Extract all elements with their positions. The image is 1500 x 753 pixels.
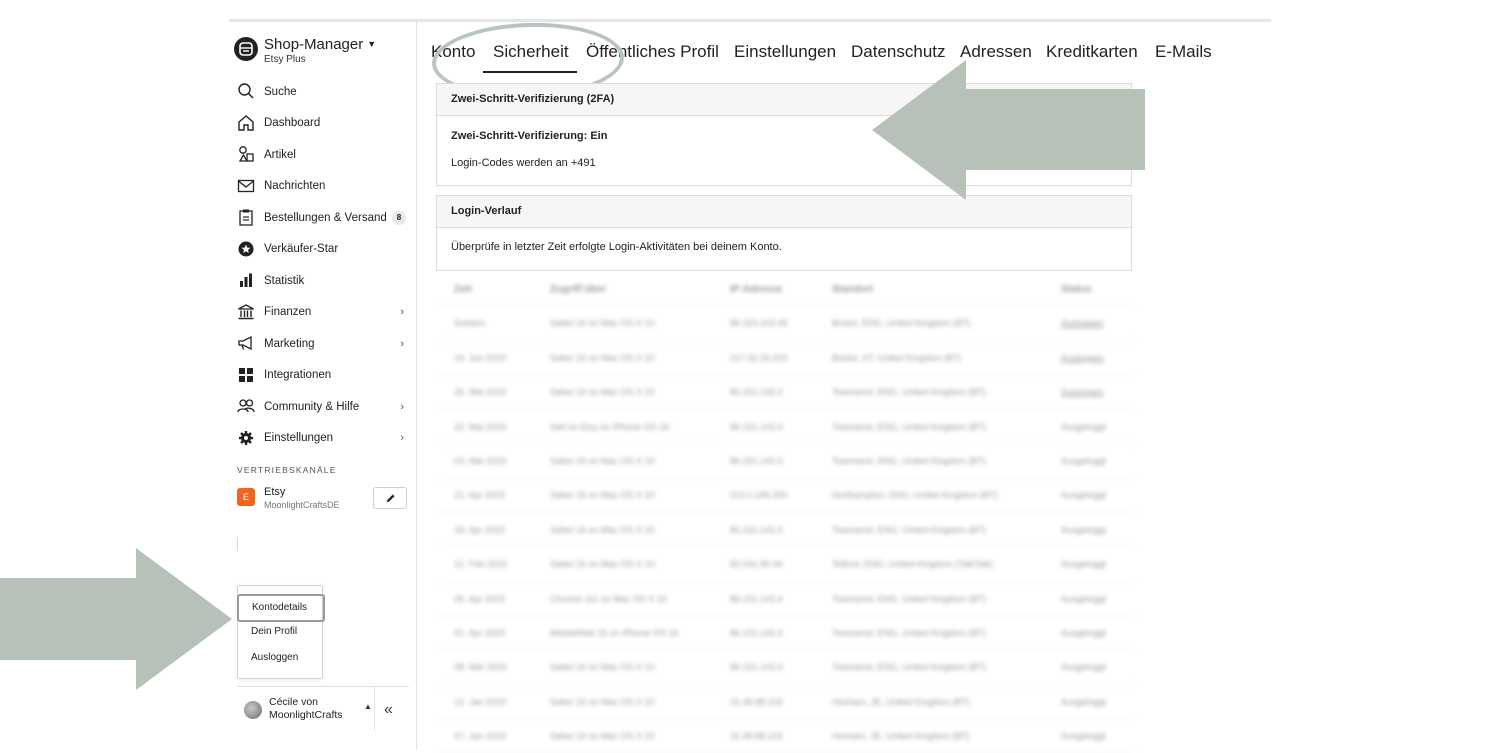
sidebar-item-bestellungen[interactable]: Bestellungen & Versand 8 (229, 202, 416, 234)
user-name[interactable]: Cécile von MoonlightCrafts (269, 696, 355, 722)
pencil-icon (386, 494, 394, 502)
chevron-right-icon: › (400, 400, 404, 413)
menu-item-kontodetails[interactable]: Kontodetails (237, 594, 325, 622)
tab-kreditkarten[interactable]: Kreditkarten (1046, 42, 1138, 62)
avatar[interactable] (244, 701, 262, 719)
table-row: 01. Apr 2023 MobileWeb 15 on iPhone OS 16… (438, 616, 1134, 651)
table-row: 21. Apr 2023 Safari 16 on Mac OS X 10 213.… (438, 478, 1134, 513)
table-row: 03. Mai 2023 Safari 16 on Mac OS X 10 86.1… (438, 444, 1134, 479)
brand-subtitle: Etsy Plus (264, 54, 306, 65)
caret-up-icon[interactable]: ▲ (364, 702, 372, 711)
caret-down-icon: ▼ (367, 39, 377, 49)
sidebar-item-label: Community & Hilfe (264, 400, 360, 413)
channel-etsy[interactable]: E Etsy MoonlightCraftsDE (237, 484, 409, 514)
sidebar-item-verkaeufer-star[interactable]: Verkäufer-Star (229, 234, 416, 266)
login-history-card: Login-Verlauf Überprüfe in letzter Zeit … (436, 195, 1132, 271)
tab-adressen[interactable]: Adressen (960, 42, 1032, 62)
arrow-right-annotation-icon (0, 548, 232, 690)
envelope-icon (237, 179, 255, 192)
sidebar-item-label: Integrationen (264, 369, 332, 382)
sidebar-item-label: Suche (264, 85, 297, 98)
two-factor-status: Zwei-Schritt-Verifizierung: Ein (451, 130, 608, 142)
sidebar-item-finanzen[interactable]: Finanzen › (229, 297, 416, 329)
clipboard-icon (239, 209, 253, 226)
sidebar-nav: Suche Dashboard Artikel Nachrichten Best… (229, 76, 416, 454)
table-row: Soeben Safari 16 on Mac OS X 10 86.163.103… (438, 306, 1134, 341)
orders-count-badge: 8 (392, 210, 406, 225)
chevron-right-icon: › (400, 306, 404, 319)
collapse-sidebar-icon[interactable]: « (384, 701, 393, 719)
sidebar-item-suche[interactable]: Suche (229, 76, 416, 108)
sidebar-item-label: Nachrichten (264, 180, 326, 193)
table-row: 08. Mär 2023 Safari 16 on Mac OS X 10 86.1… (438, 650, 1134, 685)
sidebar-item-label: Finanzen (264, 306, 312, 319)
sidebar-item-marketing[interactable]: Marketing › (229, 328, 416, 360)
tab-einstellungen[interactable]: Einstellungen (734, 42, 836, 62)
table-row: 24. Jun 2023 Safari 16 on Mac OS X 10 217.… (438, 341, 1134, 376)
brand-switcher[interactable]: Shop-Manager ▼ Etsy Plus (234, 36, 414, 68)
megaphone-icon (238, 335, 252, 351)
table-row: 18. Apr 2023 Safari 16 on Mac OS X 10 86.1… (438, 513, 1134, 548)
edit-channel-button[interactable] (373, 487, 407, 509)
brand-title: Shop-Manager ▼ (264, 36, 377, 53)
sidebar-item-statistik[interactable]: Statistik (229, 265, 416, 297)
sales-channels-heading: VERTRIEBSKANÄLE (237, 465, 337, 475)
sidebar-item-label: Dashboard (264, 117, 321, 130)
sidebar-item-nachrichten[interactable]: Nachrichten (229, 171, 416, 203)
arrow-left-annotation-icon (872, 60, 1145, 200)
sidebar-item-community[interactable]: Community & Hilfe › (229, 391, 416, 423)
table-header: Zeit Zugriff über IP-Adresse Standort St… (438, 272, 1134, 307)
sidebar-item-einstellungen[interactable]: Einstellungen › (229, 423, 416, 455)
login-history-table: Zeit Zugriff über IP-Adresse Standort St… (438, 272, 1134, 753)
star-badge-icon (238, 241, 254, 256)
sidebar-item-dashboard[interactable]: Dashboard (229, 108, 416, 140)
bar-chart-icon (240, 273, 252, 287)
login-history-description: Überprüfe in letzter Zeit erfolgte Login… (451, 241, 782, 253)
divider (237, 537, 238, 551)
sidebar: Shop-Manager ▼ Etsy Plus Suche Dashboard … (229, 22, 417, 750)
table-row: 25. Mai 2023 Safari 16 on Mac OS X 10 86.1… (438, 375, 1134, 410)
sidebar-item-label: Statistik (264, 274, 305, 287)
chevron-right-icon: › (400, 337, 404, 350)
channel-name: Etsy (264, 486, 286, 498)
account-menu: Kontodetails Dein Profil Ausloggen (237, 585, 325, 679)
chevron-right-icon: › (400, 432, 404, 445)
tab-e-mails[interactable]: E-Mails (1155, 42, 1212, 62)
channel-shop-name: MoonlightCraftsDE (264, 500, 340, 510)
grid-icon (239, 367, 253, 382)
table-row: 12. Feb 2023 Safari 16 on Mac OS X 10 82.2… (438, 547, 1134, 582)
shapes-icon (238, 146, 254, 162)
sidebar-item-label: Marketing (264, 337, 315, 350)
people-icon (237, 399, 255, 413)
card-header: Login-Verlauf (437, 196, 1131, 228)
login-codes-text: Login-Codes werden an +491 (451, 157, 596, 169)
sidebar-item-label: Bestellungen & Versand (264, 211, 387, 224)
sidebar-item-label: Einstellungen (264, 432, 334, 445)
table-row: 05. Apr 2023 Chrome 111 on Mac OS X 10 86.… (438, 582, 1134, 616)
user-bar: Cécile von MoonlightCrafts ▲ « (237, 686, 409, 731)
menu-item-dein-profil[interactable]: Dein Profil (238, 620, 322, 644)
table-row: 22. Mai 2023 Self on Etsy on iPhone OS 16… (438, 410, 1134, 444)
divider (374, 687, 375, 731)
table-row: 12. Jan 2023 Safari 16 on Mac OS X 10 31.4… (438, 685, 1134, 720)
shop-manager-logo-icon (234, 37, 258, 61)
sidebar-item-artikel[interactable]: Artikel (229, 139, 416, 171)
table-row: 07. Jan 2023 Safari 16 on Mac OS X 10 31.4… (438, 719, 1134, 753)
tab-datenschutz[interactable]: Datenschutz (851, 42, 946, 62)
etsy-logo-icon: E (237, 488, 255, 506)
menu-item-ausloggen[interactable]: Ausloggen (238, 646, 322, 670)
gear-icon (239, 430, 253, 445)
home-icon (238, 114, 254, 131)
bank-icon (238, 303, 254, 319)
sidebar-item-label: Artikel (264, 148, 296, 161)
sidebar-item-label: Verkäufer-Star (264, 243, 339, 256)
search-icon (238, 83, 254, 99)
sidebar-item-integrationen[interactable]: Integrationen (229, 360, 416, 392)
